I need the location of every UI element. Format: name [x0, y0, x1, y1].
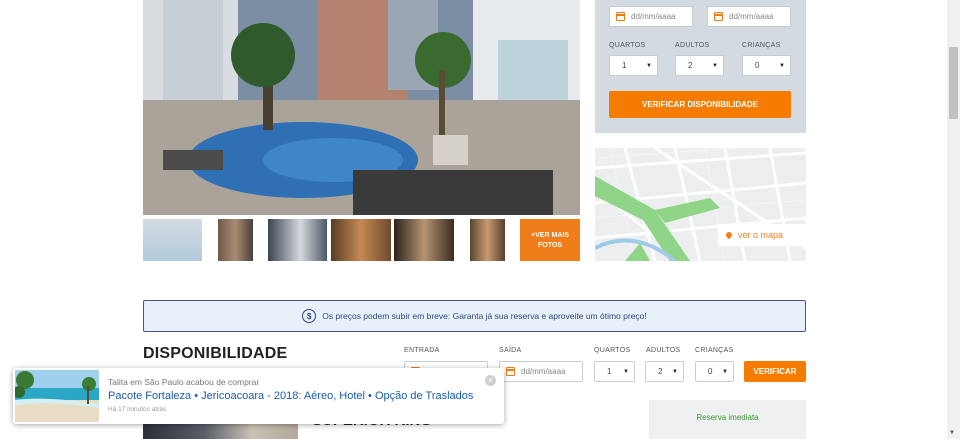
thumbnail-4[interactable] — [331, 219, 391, 261]
toast-subtitle: Talita em São Paulo acabou de comprar — [108, 377, 260, 387]
children-select[interactable]: 0 ▼ — [742, 55, 791, 76]
chevron-down-icon: ▼ — [672, 368, 678, 375]
location-pin-icon — [724, 230, 734, 240]
avail-adults-select[interactable]: 2 ▼ — [645, 361, 684, 382]
thumbnail-5[interactable] — [394, 219, 454, 261]
avail-adults-value: 2 — [658, 367, 663, 376]
calendar-icon — [616, 12, 625, 21]
adults-select[interactable]: 2 ▼ — [675, 55, 724, 76]
photo-thumbnails: +VER MAIS FOTOS — [143, 219, 580, 261]
price-notice-banner: $ Os preços podem subir em breve: Garant… — [143, 300, 806, 332]
thumbnail-3[interactable] — [268, 219, 327, 261]
checkin-placeholder: dd/mm/aaaa — [631, 12, 676, 21]
check-availability-button[interactable]: VERIFICAR DISPONIBILIDADE — [609, 91, 791, 118]
thumbnail-6[interactable] — [470, 219, 505, 261]
avail-children-select[interactable]: 0 ▼ — [695, 361, 734, 382]
exit-label: SAÍDA — [499, 347, 522, 354]
chevron-down-icon: ▼ — [722, 368, 728, 375]
children-value: 0 — [755, 61, 760, 70]
calendar-icon — [714, 12, 723, 21]
scrollbar-thumb[interactable] — [949, 47, 958, 119]
chevron-down-icon: ▼ — [712, 62, 718, 69]
chevron-down-icon: ▼ — [779, 62, 785, 69]
avail-children-label: CRIANÇAS — [695, 347, 734, 354]
close-icon[interactable]: × — [485, 375, 496, 386]
calendar-icon — [506, 367, 515, 376]
avail-checkout-field[interactable]: dd/mm/aaaa — [499, 361, 583, 382]
thumbnail-1[interactable] — [143, 219, 202, 261]
price-notice-text: Os preços podem subir em breve: Garanta … — [322, 311, 647, 321]
avail-children-value: 0 — [708, 367, 713, 376]
booking-panel: dd/mm/aaaa dd/mm/aaaa QUARTOS ADULTOS CR… — [595, 0, 806, 133]
adults-label: ADULTOS — [675, 42, 710, 49]
dollar-tag-icon: $ — [302, 309, 317, 323]
check-availability-label: VERIFICAR DISPONIBILIDADE — [641, 100, 758, 109]
immediate-reservation-box: Reserva imediata — [649, 400, 806, 439]
scroll-down-arrow-icon[interactable]: ▼ — [949, 430, 955, 436]
avail-rooms-select[interactable]: 1 ▼ — [594, 361, 635, 382]
toast-time: Há 17 minutos atrás — [108, 406, 167, 413]
checkout-placeholder: dd/mm/aaaa — [729, 12, 774, 21]
immediate-reservation-label: Reserva imediata — [696, 413, 759, 422]
verify-button[interactable]: VERIFICAR — [744, 361, 806, 382]
thumbnail-2[interactable] — [218, 219, 253, 261]
avail-rooms-value: 1 — [607, 367, 612, 376]
checkin-date-field[interactable]: dd/mm/aaaa — [609, 6, 693, 27]
view-map-label: ver o mapa — [738, 230, 784, 240]
rooms-select[interactable]: 1 ▼ — [609, 55, 658, 76]
hotel-main-photo[interactable] — [143, 0, 580, 215]
availability-title: DISPONIBILIDADE — [143, 345, 288, 362]
rooms-label: QUARTOS — [609, 42, 646, 49]
entry-label: ENTRADA — [404, 347, 440, 354]
hotel-page: +VER MAIS FOTOS dd/mm/aaaa dd/mm/aaaa QU… — [0, 0, 960, 439]
avail-checkout-placeholder: dd/mm/aaaa — [521, 367, 566, 376]
chevron-down-icon: ▼ — [646, 62, 652, 69]
rooms-value: 1 — [622, 61, 627, 70]
more-photos-button[interactable]: +VER MAIS FOTOS — [520, 219, 580, 261]
verify-label: VERIFICAR — [753, 367, 797, 376]
view-map-link[interactable]: ver o mapa — [718, 224, 806, 246]
adults-value: 2 — [688, 61, 693, 70]
chevron-down-icon: ▼ — [623, 368, 629, 375]
beach-thumbnail — [15, 370, 99, 422]
avail-adults-label: ADULTOS — [646, 347, 681, 354]
avail-rooms-label: QUARTOS — [594, 347, 631, 354]
more-photos-label: +VER MAIS FOTOS — [531, 232, 569, 249]
toast-package-link[interactable]: Pacote Fortaleza • Jericoacoara - 2018: … — [108, 390, 473, 402]
children-label: CRIANÇAS — [742, 42, 781, 49]
vertical-scrollbar[interactable]: ▼ — [947, 0, 960, 439]
location-map[interactable]: ver o mapa — [595, 148, 806, 261]
checkout-date-field[interactable]: dd/mm/aaaa — [707, 6, 791, 27]
purchase-notification-toast[interactable]: Talita em São Paulo acabou de comprar Pa… — [13, 368, 504, 424]
